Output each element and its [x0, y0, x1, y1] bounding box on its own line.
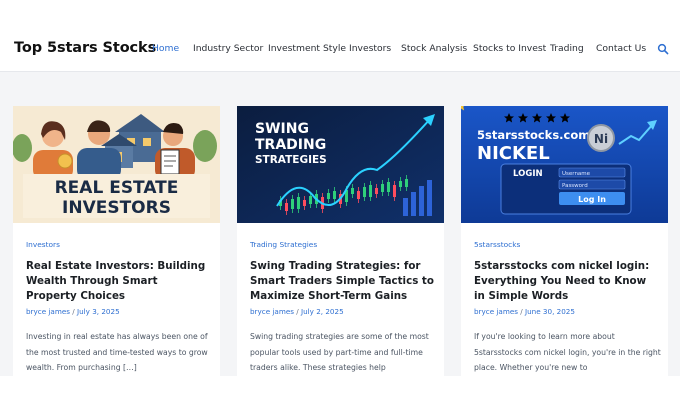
post-meta: bryce james / July 2, 2025: [250, 307, 344, 316]
post-author-link[interactable]: bryce james: [474, 307, 518, 316]
candle-body: [309, 196, 312, 204]
post-date-link[interactable]: July 2, 2025: [301, 307, 344, 316]
svg-text:Username: Username: [562, 171, 591, 177]
svg-text:REAL ESTATE: REAL ESTATE: [55, 178, 179, 198]
candle-body: [381, 184, 384, 192]
candle-body: [303, 200, 306, 206]
svg-text:5starsstocks.com: 5starsstocks.com: [477, 128, 590, 142]
real-estate-illustration: REAL ESTATE INVESTORS: [13, 106, 220, 223]
candle-body: [369, 185, 372, 197]
nav-contact-us[interactable]: Contact Us: [596, 43, 646, 54]
candle-body: [375, 188, 378, 194]
page-bottom-band: [0, 376, 680, 409]
post-excerpt: Investing in real estate has always been…: [26, 332, 208, 372]
post-card-nickel-login: 5starsstocks.com NICKEL Ni LOGIN Usernam…: [461, 106, 668, 376]
post-author-link[interactable]: bryce james: [26, 307, 70, 316]
nav-stock-analysis[interactable]: Stock Analysis: [401, 43, 467, 54]
svg-text:INVESTORS: INVESTORS: [62, 198, 171, 218]
post-date-link[interactable]: July 3, 2025: [77, 307, 120, 316]
nav-investment-style[interactable]: Investment Style: [268, 43, 346, 54]
candle-body: [297, 197, 300, 209]
candle-body: [351, 188, 354, 194]
nav-trading[interactable]: Trading: [550, 43, 584, 54]
site-logo[interactable]: Top 5stars Stocks: [14, 40, 156, 56]
site-header: Top 5stars Stocks Home Industry Sector I…: [0, 22, 680, 72]
meta-separator: /: [294, 307, 301, 316]
post-thumbnail-swing-trading[interactable]: SWING TRADING STRATEGIES: [237, 106, 444, 223]
candle-body: [399, 181, 402, 187]
nav-stocks-to-invest[interactable]: Stocks to Invest: [473, 43, 546, 54]
post-card-real-estate: REAL ESTATE INVESTORS Investors Real Est…: [13, 106, 220, 376]
svg-text:NICKEL: NICKEL: [477, 143, 550, 164]
post-thumbnail-nickel-login[interactable]: 5starsstocks.com NICKEL Ni LOGIN Usernam…: [461, 106, 668, 223]
candle-body: [393, 185, 396, 197]
svg-text:Log In: Log In: [578, 195, 606, 204]
post-title-link[interactable]: 5starsstocks com nickel login: Everythin…: [474, 259, 658, 304]
candle-body: [285, 203, 288, 211]
candle-body: [333, 191, 336, 199]
post-thumbnail-real-estate[interactable]: REAL ESTATE INVESTORS: [13, 106, 220, 223]
svg-text:LOGIN: LOGIN: [513, 169, 543, 179]
nickel-login-illustration: 5starsstocks.com NICKEL Ni LOGIN Usernam…: [461, 106, 668, 223]
post-card-swing-trading: SWING TRADING STRATEGIES Trading Strateg…: [237, 106, 444, 376]
post-author-link[interactable]: bryce james: [250, 307, 294, 316]
candle-body: [357, 191, 360, 199]
nav-home[interactable]: Home: [152, 43, 179, 54]
candle-body: [363, 187, 366, 197]
meta-separator: /: [518, 307, 525, 316]
post-excerpt: Swing trading strategies are some of the…: [250, 332, 429, 372]
post-category-link[interactable]: Trading Strategies: [250, 240, 317, 249]
post-meta: bryce james / July 3, 2025: [26, 307, 120, 316]
meta-separator: /: [70, 307, 77, 316]
post-category-link[interactable]: 5starsstocks: [474, 240, 520, 249]
svg-text:TRADING: TRADING: [255, 137, 326, 153]
svg-text:Password: Password: [562, 183, 588, 189]
candle-body: [405, 179, 408, 187]
post-title-link[interactable]: Swing Trading Strategies: for Smart Trad…: [250, 259, 434, 304]
svg-text:SWING: SWING: [255, 121, 309, 137]
post-category-link[interactable]: Investors: [26, 240, 60, 249]
nav-investors[interactable]: Investors: [349, 43, 391, 54]
svg-text:Ni: Ni: [594, 132, 608, 146]
candle-body: [387, 182, 390, 192]
trading-chart-illustration: SWING TRADING STRATEGIES: [237, 106, 444, 223]
post-date-link[interactable]: June 30, 2025: [525, 307, 575, 316]
candle-body: [327, 193, 330, 199]
svg-text:STRATEGIES: STRATEGIES: [255, 154, 327, 166]
nav-industry-sector[interactable]: Industry Sector: [193, 43, 263, 54]
post-excerpt: If you're looking to learn more about 5s…: [474, 332, 661, 372]
post-title-link[interactable]: Real Estate Investors: Building Wealth T…: [26, 259, 210, 304]
candle-body: [291, 199, 294, 209]
search-icon[interactable]: [657, 43, 669, 55]
top-spacer: [0, 0, 680, 22]
post-meta: bryce james / June 30, 2025: [474, 307, 575, 316]
